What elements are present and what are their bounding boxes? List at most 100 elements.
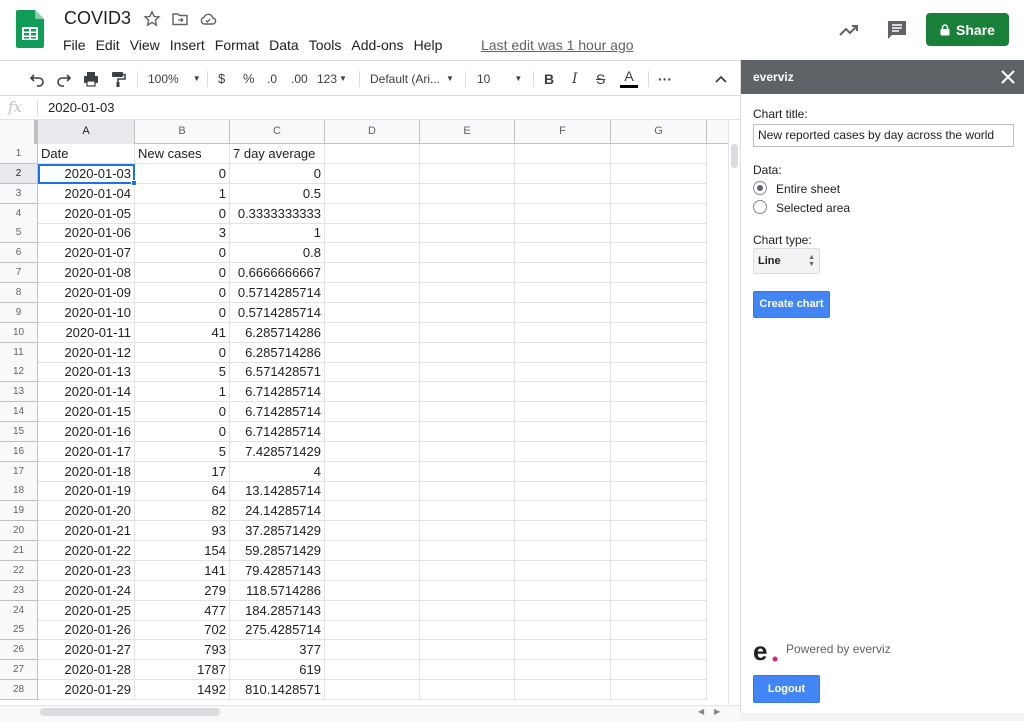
menu-insert[interactable]: Insert [170, 37, 205, 53]
table-cell[interactable]: 2020-01-15 [38, 402, 135, 423]
table-cell[interactable] [325, 282, 420, 303]
table-cell[interactable]: 377 [230, 640, 325, 661]
table-cell[interactable] [325, 580, 420, 601]
table-cell[interactable] [515, 342, 611, 363]
table-cell[interactable] [611, 282, 707, 303]
column-header-f[interactable]: F [515, 120, 611, 144]
table-cell[interactable]: 2020-01-14 [38, 382, 135, 403]
row-header[interactable]: 27 [0, 660, 38, 681]
print-icon[interactable] [82, 61, 100, 96]
menu-view[interactable]: View [130, 37, 160, 53]
table-cell[interactable] [515, 144, 611, 164]
table-cell[interactable] [420, 402, 515, 423]
table-cell[interactable]: 1492 [135, 679, 230, 700]
table-cell[interactable]: 4 [230, 461, 325, 482]
table-cell[interactable] [611, 580, 707, 601]
explore-trend-icon[interactable] [837, 18, 861, 42]
table-cell[interactable] [325, 203, 420, 224]
table-cell[interactable] [420, 461, 515, 482]
table-cell[interactable] [515, 203, 611, 224]
table-cell[interactable] [420, 243, 515, 264]
table-cell[interactable]: 0.6666666667 [230, 263, 325, 284]
column-header-c[interactable]: C [230, 120, 325, 144]
table-cell[interactable]: 279 [135, 580, 230, 601]
table-cell[interactable]: 477 [135, 600, 230, 621]
table-cell[interactable] [325, 620, 420, 641]
chart-type-select[interactable]: Line ▲ ▼ [753, 248, 820, 274]
table-cell[interactable] [325, 421, 420, 442]
table-cell[interactable] [611, 144, 707, 164]
row-header[interactable]: 1 [0, 144, 38, 164]
table-cell[interactable] [325, 501, 420, 522]
table-cell[interactable]: 1 [230, 223, 325, 244]
table-cell[interactable] [420, 640, 515, 661]
table-cell[interactable] [420, 560, 515, 581]
table-cell[interactable]: 41 [135, 322, 230, 343]
table-cell[interactable]: 0 [135, 263, 230, 284]
table-cell[interactable] [611, 501, 707, 522]
table-cell[interactable] [325, 521, 420, 542]
table-cell[interactable] [420, 144, 515, 164]
text-color-button[interactable]: A [620, 61, 638, 96]
table-cell[interactable] [515, 441, 611, 462]
table-cell[interactable] [515, 640, 611, 661]
font-family-select[interactable]: Default (Ari... ▼ [370, 61, 455, 96]
table-cell[interactable] [515, 461, 611, 482]
table-cell[interactable]: 1 [135, 183, 230, 204]
table-cell[interactable] [611, 620, 707, 641]
table-cell[interactable]: 0 [135, 302, 230, 323]
table-cell[interactable] [515, 679, 611, 700]
table-cell[interactable] [325, 302, 420, 323]
star-icon[interactable] [143, 10, 161, 28]
table-cell[interactable] [420, 421, 515, 442]
table-cell[interactable]: 24.14285714 [230, 501, 325, 522]
table-cell[interactable]: 93 [135, 521, 230, 542]
row-header[interactable]: 21 [0, 541, 38, 561]
menu-data[interactable]: Data [269, 37, 299, 53]
row-header[interactable]: 7 [0, 263, 38, 284]
table-cell[interactable]: 2020-01-27 [38, 640, 135, 661]
table-cell[interactable] [515, 382, 611, 403]
menu-format[interactable]: Format [215, 37, 259, 53]
table-cell[interactable] [420, 382, 515, 403]
table-cell[interactable]: 2020-01-23 [38, 560, 135, 581]
redo-icon[interactable] [55, 61, 73, 96]
selected-area-radio[interactable] [753, 200, 767, 214]
table-cell[interactable]: 79.42857143 [230, 560, 325, 581]
table-cell[interactable]: 2020-01-09 [38, 282, 135, 303]
table-cell[interactable] [611, 362, 707, 383]
table-cell[interactable] [325, 342, 420, 363]
table-cell[interactable] [420, 342, 515, 363]
table-cell[interactable] [420, 362, 515, 383]
document-title[interactable]: COVID3 [64, 8, 131, 29]
vertical-scrollbar-thumb[interactable] [731, 144, 738, 168]
table-cell[interactable] [515, 600, 611, 621]
table-cell[interactable]: 6.714285714 [230, 421, 325, 442]
table-cell[interactable] [611, 679, 707, 700]
table-cell[interactable] [515, 481, 611, 502]
table-cell[interactable]: 2020-01-19 [38, 481, 135, 502]
table-cell[interactable] [325, 660, 420, 681]
table-cell[interactable] [325, 382, 420, 403]
row-header[interactable]: 26 [0, 640, 38, 661]
table-cell[interactable] [611, 342, 707, 363]
chart-title-input[interactable]: New reported cases by day across the wor… [753, 124, 1014, 147]
entire-sheet-radio[interactable] [753, 181, 767, 195]
table-cell[interactable]: 184.2857143 [230, 600, 325, 621]
table-cell[interactable] [611, 163, 707, 184]
table-cell[interactable]: 2020-01-12 [38, 342, 135, 363]
table-cell[interactable]: 2020-01-13 [38, 362, 135, 383]
comments-icon[interactable] [885, 18, 909, 42]
row-header[interactable]: 15 [0, 421, 38, 442]
table-cell[interactable] [611, 461, 707, 482]
active-cell[interactable]: 2020-01-03 [38, 163, 135, 184]
row-header[interactable]: 11 [0, 342, 38, 363]
menu-file[interactable]: File [63, 37, 86, 53]
table-cell[interactable] [420, 282, 515, 303]
scroll-right-arrow-icon[interactable]: ▶ [714, 707, 720, 716]
table-cell[interactable]: 0 [135, 163, 230, 184]
table-cell[interactable]: 6.285714286 [230, 342, 325, 363]
share-button[interactable]: Share [926, 13, 1009, 46]
move-folder-icon[interactable] [171, 10, 189, 28]
table-cell[interactable]: 2020-01-18 [38, 461, 135, 482]
